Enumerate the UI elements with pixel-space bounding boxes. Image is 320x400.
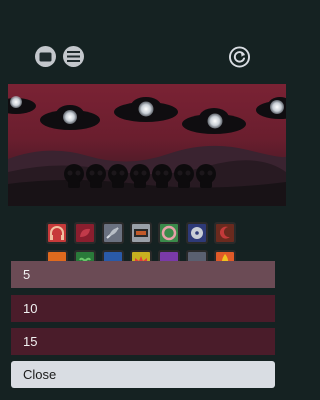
- leaf-tile[interactable]: [74, 222, 96, 244]
- film-tile[interactable]: [130, 222, 152, 244]
- close-label: Close: [23, 367, 57, 382]
- headphones-icon: [50, 226, 64, 240]
- option-5[interactable]: 5: [11, 261, 275, 288]
- film-icon: [134, 229, 148, 237]
- moon-tile[interactable]: [214, 222, 236, 244]
- ring-tile[interactable]: [158, 222, 180, 244]
- headphones-tile[interactable]: [46, 222, 68, 244]
- game-scene: [8, 84, 286, 206]
- ring-icon: [161, 225, 177, 241]
- close-button[interactable]: Close: [11, 361, 275, 388]
- reset-button[interactable]: [229, 46, 250, 67]
- refresh-icon: [229, 46, 250, 67]
- feather-tile[interactable]: [102, 222, 124, 244]
- leaf-icon: [80, 228, 90, 237]
- window-button[interactable]: [35, 46, 56, 67]
- menu-button[interactable]: [63, 46, 84, 67]
- option-label: 5: [23, 267, 31, 282]
- option-label: 15: [23, 334, 38, 349]
- feather-icon: [106, 227, 119, 239]
- option-label: 10: [23, 301, 38, 316]
- hamburger-menu-icon: [67, 51, 80, 62]
- moon-icon: [219, 226, 230, 239]
- window-icon: [39, 52, 52, 61]
- disc-tile[interactable]: [186, 222, 208, 244]
- option-10[interactable]: 10: [11, 295, 275, 322]
- option-15[interactable]: 15: [11, 328, 275, 355]
- disc-icon: [191, 227, 203, 239]
